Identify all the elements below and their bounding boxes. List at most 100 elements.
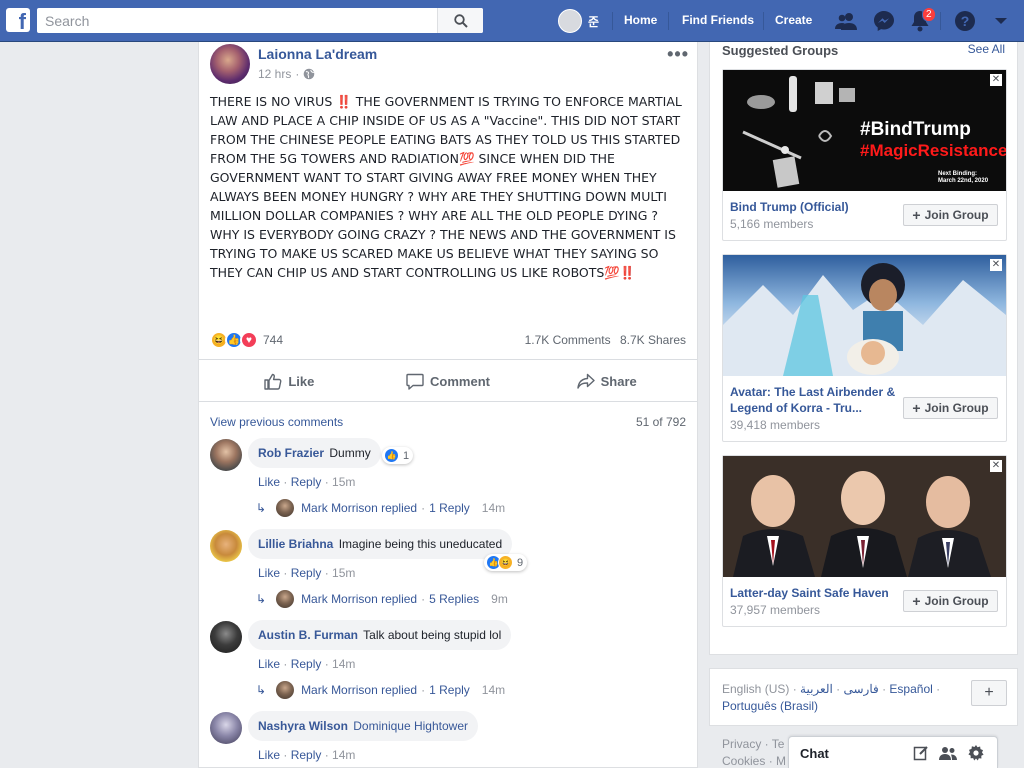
- profile-name[interactable]: 준: [588, 13, 599, 30]
- comment-time[interactable]: 14m: [332, 748, 355, 762]
- share-button[interactable]: Share: [527, 360, 686, 402]
- reaction-summary[interactable]: 😆 👍 ♥ 744: [210, 331, 283, 349]
- group-name[interactable]: Latter-day Saint Safe Haven: [730, 585, 889, 601]
- group-image-caption: March 22nd, 2020: [938, 178, 989, 184]
- language-option-farsi[interactable]: فارسی: [844, 682, 879, 696]
- chat-bar[interactable]: Chat: [788, 736, 998, 768]
- group-card: ✕ Latter-day Saint Safe Haven 37,957 mem…: [722, 455, 1007, 627]
- comment-time[interactable]: 14m: [332, 657, 355, 671]
- replier-avatar: [276, 499, 295, 517]
- gear-icon: [968, 745, 984, 761]
- see-all-link[interactable]: See All: [968, 42, 1005, 56]
- nav-divider: [612, 12, 613, 30]
- group-cover-image[interactable]: #BindTrump #MagicResistance Next Binding…: [723, 70, 1006, 191]
- join-group-button[interactable]: + Join Group: [903, 590, 998, 612]
- comment-author[interactable]: Rob Frazier: [258, 446, 324, 460]
- group-name[interactable]: Avatar: The Last Airbender & Legend of K…: [730, 384, 900, 416]
- post-options-button[interactable]: •••: [667, 44, 689, 65]
- search-input[interactable]: [37, 8, 437, 33]
- comment-bubble: Austin B. Furman Talk about being stupid…: [248, 620, 512, 650]
- post-author-name[interactable]: Laionna La'dream: [258, 46, 377, 62]
- comments-count-link[interactable]: 1.7K Comments: [525, 333, 611, 347]
- comment-like-link[interactable]: Like: [258, 748, 280, 762]
- post-timestamp[interactable]: 12 hrs: [258, 67, 291, 81]
- join-group-button[interactable]: + Join Group: [903, 204, 998, 226]
- profile-avatar[interactable]: [558, 9, 582, 33]
- replier-avatar: [276, 590, 295, 608]
- reply-summary[interactable]: ↳ Mark Morrison replied · 1 Reply 14m: [256, 681, 505, 699]
- feed-post: Laionna La'dream 12 hrs · ••• THERE IS N…: [198, 42, 698, 768]
- like-button[interactable]: Like: [210, 360, 369, 402]
- reply-summary[interactable]: ↳ Mark Morrison replied · 5 Replies 9m: [256, 590, 508, 608]
- chevron-down-icon: [995, 18, 1007, 24]
- meta-separator: ·: [295, 67, 300, 81]
- group-member-count: 39,418 members: [730, 418, 821, 432]
- reply-summary[interactable]: ↳ Mark Morrison replied · 1 Reply 14m: [256, 499, 505, 517]
- nav-find-friends[interactable]: Find Friends: [682, 13, 754, 27]
- share-icon: [576, 373, 595, 389]
- help-button[interactable]: ?: [953, 9, 977, 33]
- reply-time: 14m: [481, 501, 506, 515]
- post-body-text: THERE IS NO VIRUS ‼️ THE ￼￼￼GOVERNMENT I…: [210, 94, 686, 280]
- group-name[interactable]: Bind Trump (Official): [730, 199, 849, 215]
- footer-links[interactable]: Cookies · M: [722, 754, 786, 768]
- view-previous-comments-link[interactable]: View previous comments: [210, 415, 343, 429]
- dismiss-group-button[interactable]: ✕: [990, 259, 1002, 271]
- comment-bubble: Lillie Briahna Imagine being this uneduc…: [248, 529, 513, 559]
- comment-text: Imagine being this uneducated: [338, 537, 503, 551]
- church-leaders-photo: [723, 456, 1006, 577]
- comment-author[interactable]: Austin B. Furman: [258, 628, 358, 642]
- new-group-button[interactable]: [939, 745, 957, 761]
- share-label: Share: [600, 373, 637, 389]
- nav-home[interactable]: Home: [624, 13, 657, 27]
- group-cover-image[interactable]: ✕: [723, 456, 1006, 577]
- commenter-avatar[interactable]: [210, 621, 242, 653]
- commenter-avatar[interactable]: [210, 712, 242, 744]
- plus-icon: +: [912, 207, 921, 223]
- join-group-button[interactable]: + Join Group: [903, 397, 998, 419]
- reply-separator: ·: [421, 501, 426, 515]
- language-option-arabic[interactable]: العربية: [800, 682, 833, 696]
- comment-like-link[interactable]: Like: [258, 475, 280, 489]
- globe-icon[interactable]: [303, 68, 315, 80]
- replier-text: Mark Morrison replied: [301, 592, 418, 606]
- commenter-avatar[interactable]: [210, 439, 242, 471]
- friend-requests-button[interactable]: [834, 9, 858, 33]
- nav-divider: [668, 12, 669, 30]
- commenter-avatar[interactable]: [210, 530, 242, 562]
- comment-author[interactable]: Nashyra Wilson: [258, 719, 348, 733]
- comment-like-link[interactable]: Like: [258, 657, 280, 671]
- group-card: ✕ Avatar: The Last Airbender & Legend of…: [722, 254, 1007, 442]
- comment-time[interactable]: 15m: [332, 566, 355, 580]
- more-languages-button[interactable]: +: [971, 680, 1007, 706]
- footer-links[interactable]: Privacy · Te: [722, 737, 784, 751]
- new-message-button[interactable]: [912, 745, 930, 761]
- group-member-count: 5,166 members: [730, 217, 814, 231]
- comment-reactions[interactable]: 👍 😆 9: [484, 554, 528, 571]
- comment-reply-link[interactable]: Reply: [291, 748, 322, 762]
- comment-reply-link[interactable]: Reply: [291, 475, 322, 489]
- nav-create[interactable]: Create: [775, 13, 812, 27]
- tagged-user-link[interactable]: Dominique Hightower: [353, 719, 468, 733]
- facebook-logo[interactable]: f: [6, 8, 30, 32]
- group-cover-image[interactable]: ✕: [723, 255, 1006, 376]
- dismiss-group-button[interactable]: ✕: [990, 460, 1002, 472]
- comment-author[interactable]: Lillie Briahna: [258, 537, 333, 551]
- dismiss-group-button[interactable]: ✕: [990, 74, 1002, 86]
- language-option-spanish[interactable]: Español: [889, 682, 932, 696]
- comment-like-link[interactable]: Like: [258, 566, 280, 580]
- comment-time[interactable]: 15m: [332, 475, 355, 489]
- chat-settings-button[interactable]: [967, 745, 985, 761]
- post-author-avatar[interactable]: [210, 44, 250, 84]
- comment-reactions[interactable]: 👍 1: [382, 447, 414, 464]
- search-button[interactable]: [437, 8, 483, 33]
- account-menu-button[interactable]: [989, 9, 1013, 33]
- comment-reply-link[interactable]: Reply: [291, 657, 322, 671]
- comment-button[interactable]: Comment: [369, 360, 528, 402]
- shares-count-link[interactable]: 8.7K Shares: [620, 333, 686, 347]
- comment-reply-link[interactable]: Reply: [291, 566, 322, 580]
- messenger-button[interactable]: [872, 9, 896, 33]
- avatar-artwork-image: [723, 263, 1006, 376]
- language-option-portuguese[interactable]: Português (Brasil): [722, 699, 818, 713]
- compose-icon: [913, 746, 928, 761]
